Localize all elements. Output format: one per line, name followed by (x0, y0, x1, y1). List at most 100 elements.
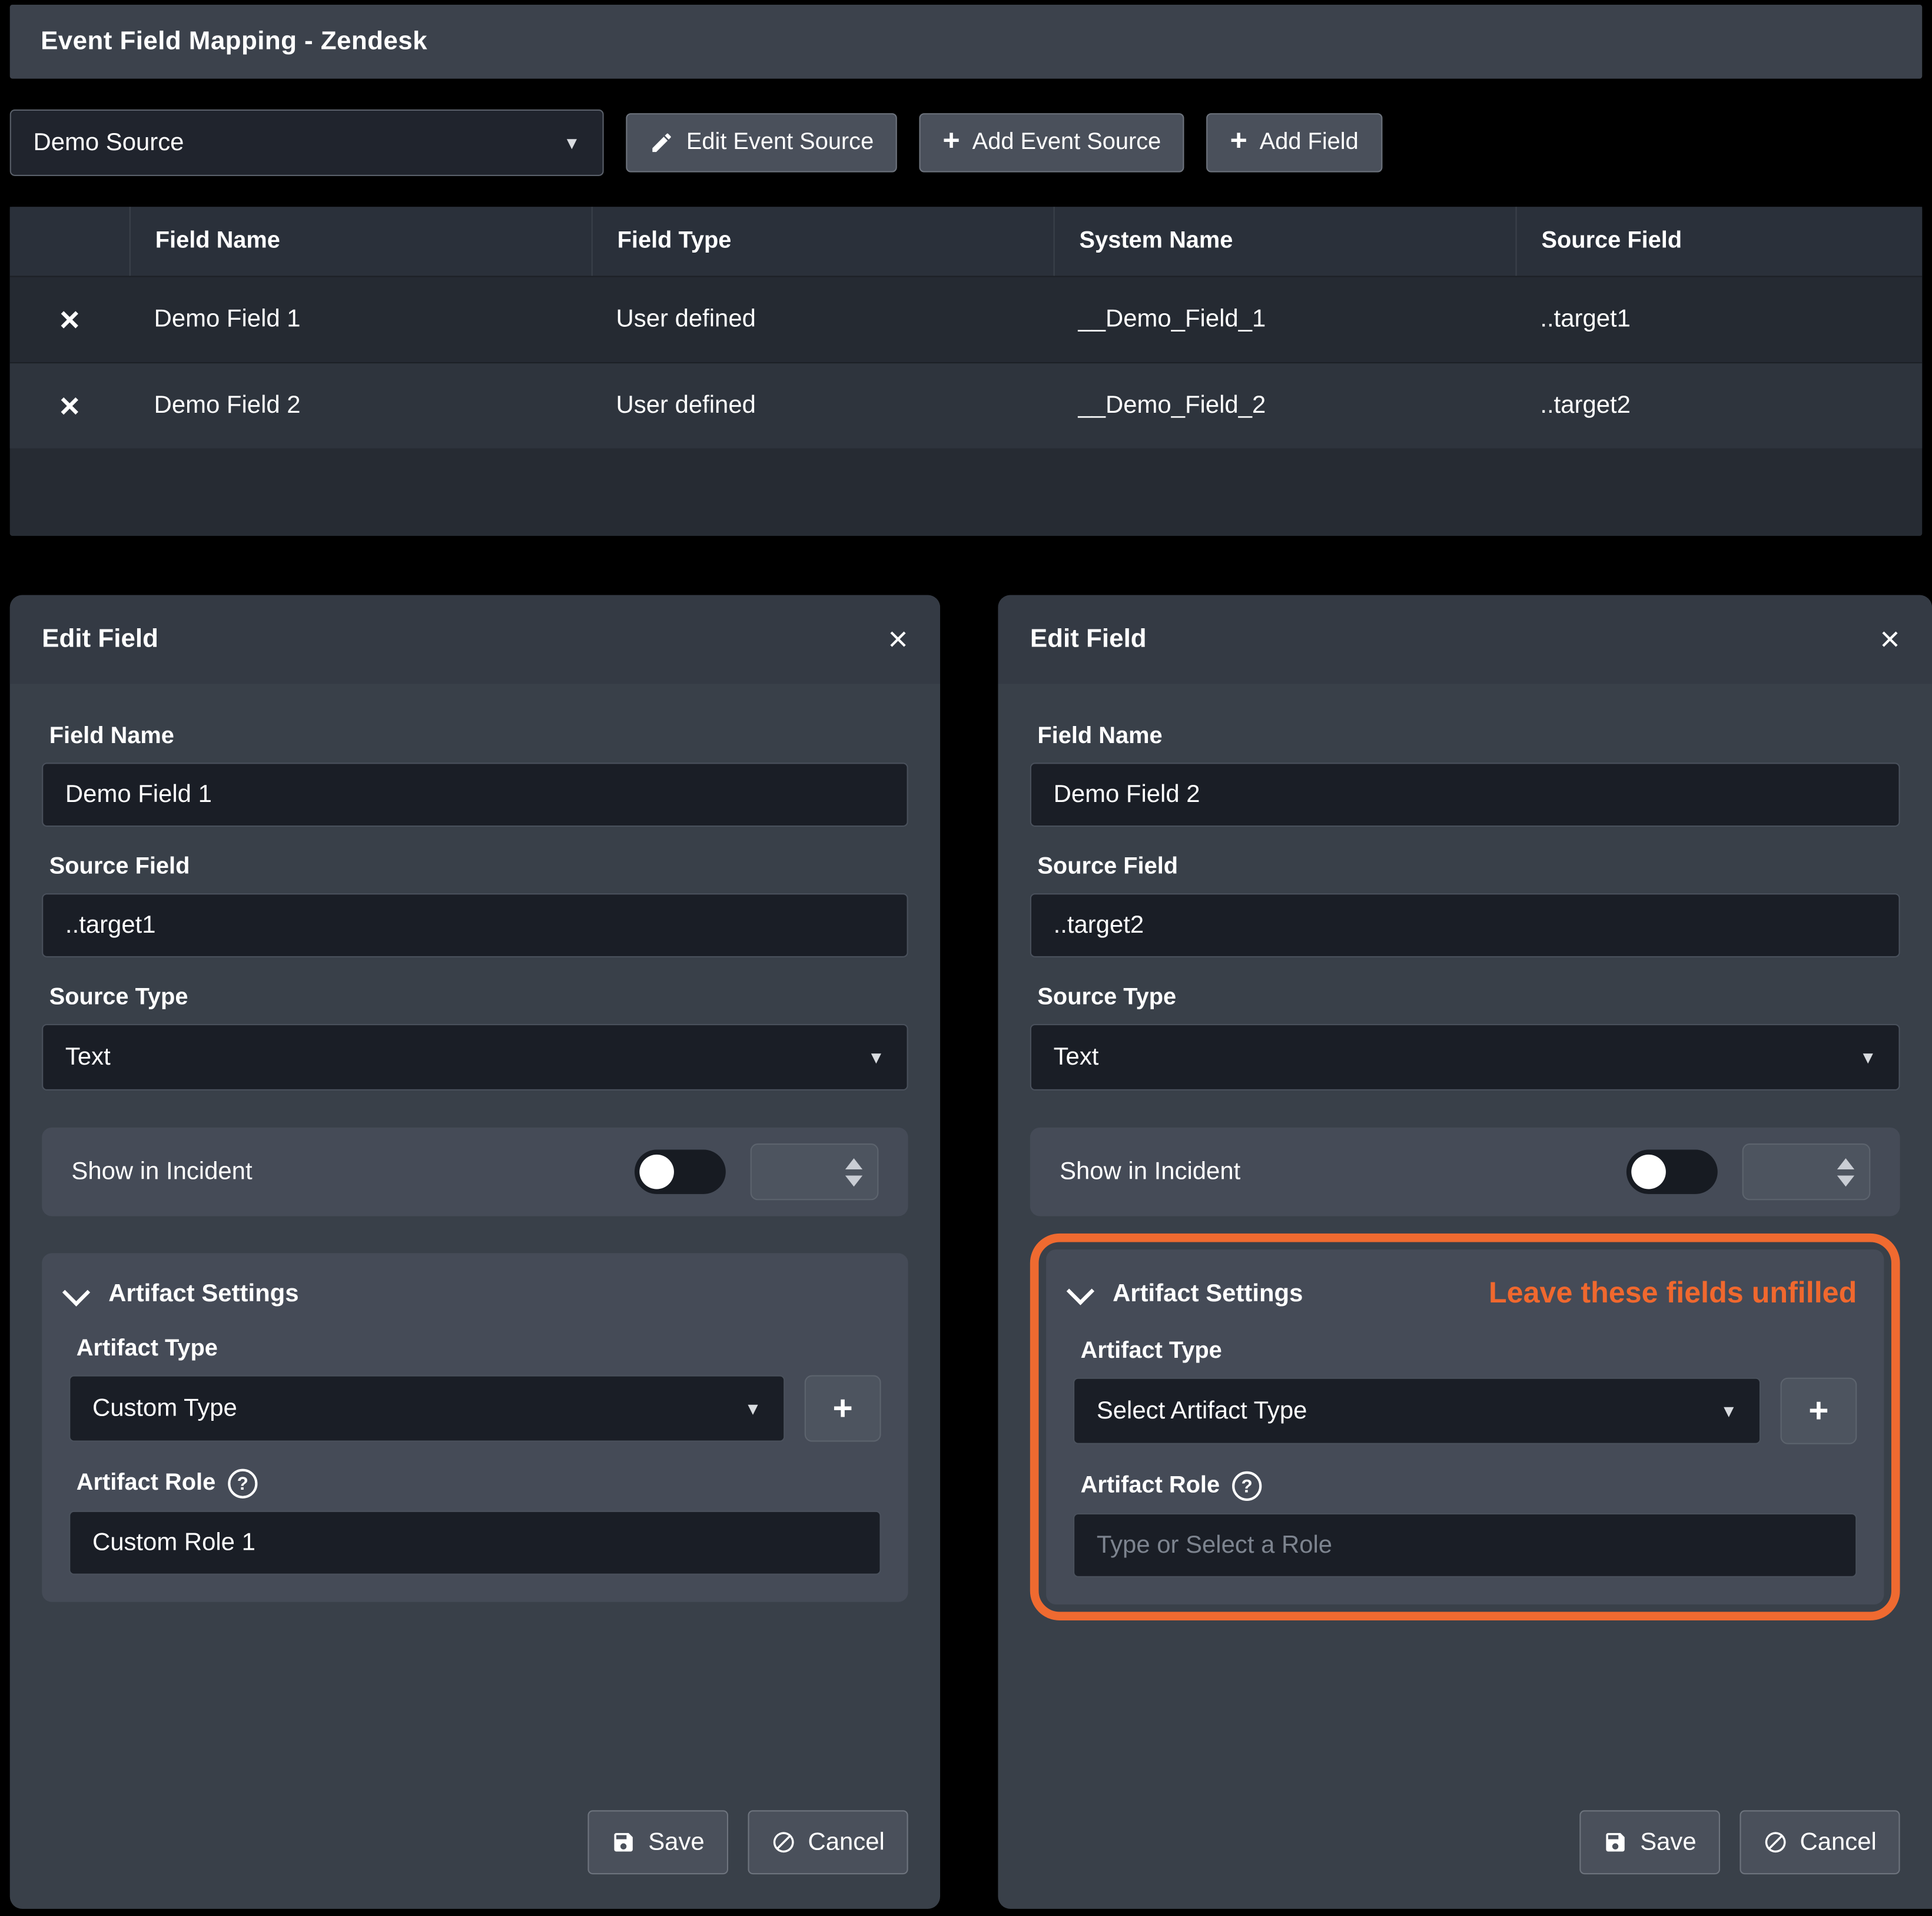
plus-icon: + (942, 127, 960, 156)
toggle-knob (1631, 1155, 1666, 1189)
add-artifact-type-button[interactable]: + (805, 1375, 881, 1442)
dialogs-row: Edit Field × Field Name Source Field Sou… (10, 595, 1932, 1909)
artifact-role-label-text: Artifact Role (1081, 1473, 1220, 1500)
source-field-input[interactable] (42, 893, 908, 957)
chevron-down-icon (62, 1278, 90, 1305)
page-title: Event Field Mapping - Zendesk (41, 27, 427, 57)
field-name-input[interactable] (42, 763, 908, 827)
table-header-row: Field Name Field Type System Name Source… (10, 207, 1922, 276)
source-field-label: Source Field (1037, 854, 1900, 881)
source-type-label: Source Type (1037, 984, 1900, 1012)
close-icon[interactable]: × (888, 622, 908, 657)
field-name-input[interactable] (1030, 763, 1900, 827)
source-field-input[interactable] (1030, 893, 1900, 957)
stepper-up-icon[interactable] (845, 1158, 862, 1169)
table-cell-field-name: Demo Field 2 (130, 392, 592, 420)
artifact-type-label: Artifact Type (77, 1336, 881, 1363)
artifact-role-input[interactable] (69, 1511, 881, 1575)
cancel-button[interactable]: Cancel (1740, 1810, 1900, 1874)
table-cell-source-field: ..target2 (1516, 392, 1923, 420)
chevron-down-icon: ▼ (1860, 1049, 1877, 1066)
source-type-select[interactable]: Text ▼ (42, 1024, 908, 1090)
stepper-down-icon[interactable] (845, 1175, 862, 1186)
chevron-down-icon: ▼ (868, 1049, 885, 1066)
delete-field-button[interactable]: × (47, 389, 92, 423)
table-cell-delete: × (10, 389, 130, 423)
incident-order-stepper[interactable] (751, 1143, 879, 1200)
dialog-header: Edit Field × (998, 595, 1932, 684)
help-icon[interactable]: ? (228, 1469, 257, 1499)
edit-event-source-label: Edit Event Source (686, 129, 874, 156)
app: Event Field Mapping - Zendesk Demo Sourc… (0, 5, 1932, 1916)
dialog-body: Field Name Source Field Source Type Text… (998, 684, 1932, 1909)
dialog-body: Field Name Source Field Source Type Text… (10, 684, 940, 1909)
table-cell-field-type: User defined (592, 306, 1054, 334)
event-source-select[interactable]: Demo Source ▼ (10, 110, 604, 176)
cancel-icon (1763, 1830, 1788, 1855)
window-titlebar: Event Field Mapping - Zendesk (10, 5, 1922, 79)
chevron-down-icon: ▼ (745, 1400, 762, 1417)
add-event-source-button[interactable]: + Add Event Source (919, 113, 1184, 172)
cancel-button[interactable]: Cancel (748, 1810, 908, 1874)
save-label: Save (1640, 1828, 1696, 1857)
field-mapping-table: Field Name Field Type System Name Source… (10, 207, 1922, 536)
show-in-incident-toggle[interactable] (1626, 1149, 1718, 1194)
dialog-footer: Save Cancel (42, 1776, 908, 1874)
annotation-text: Leave these fields unfilled (1489, 1277, 1857, 1311)
chevron-down-icon: ▼ (1720, 1403, 1737, 1420)
dialog-footer: Save Cancel (1030, 1776, 1900, 1874)
source-type-value: Text (65, 1043, 111, 1071)
save-button[interactable]: Save (1580, 1810, 1720, 1874)
artifact-settings-section: Artifact Settings Artifact Type Custom T… (42, 1253, 908, 1602)
incident-order-stepper[interactable] (1742, 1143, 1871, 1200)
table-header-system-name: System Name (1054, 207, 1516, 276)
artifact-settings-title: Artifact Settings (1113, 1279, 1303, 1308)
artifact-settings-header[interactable]: Artifact Settings Leave these fields unf… (1073, 1277, 1857, 1311)
table-cell-source-field: ..target1 (1516, 306, 1923, 334)
add-artifact-type-button[interactable]: + (1781, 1378, 1857, 1444)
artifact-role-input[interactable] (1073, 1513, 1857, 1577)
stepper-down-icon[interactable] (1837, 1175, 1854, 1186)
event-source-select-value: Demo Source (34, 128, 184, 157)
edit-event-source-button[interactable]: Edit Event Source (626, 113, 897, 172)
show-in-incident-row: Show in Incident (42, 1128, 908, 1216)
stepper-up-icon[interactable] (1837, 1158, 1854, 1169)
add-field-label: Add Field (1260, 129, 1359, 156)
table-row: × Demo Field 1 User defined __Demo_Field… (10, 276, 1922, 362)
source-type-value: Text (1054, 1043, 1099, 1071)
save-icon (1603, 1830, 1628, 1855)
artifact-settings-section: Artifact Settings Leave these fields unf… (1046, 1249, 1884, 1605)
table-cell-delete: × (10, 302, 130, 337)
source-type-select[interactable]: Text ▼ (1030, 1024, 1900, 1090)
plus-icon: + (833, 1389, 853, 1428)
help-icon[interactable]: ? (1232, 1471, 1262, 1501)
artifact-settings-header[interactable]: Artifact Settings (69, 1280, 881, 1308)
table-cell-system-name: __Demo_Field_1 (1054, 306, 1516, 334)
dialog-title: Edit Field (1030, 625, 1147, 654)
save-label: Save (648, 1828, 704, 1857)
plus-icon: + (1230, 127, 1247, 156)
close-icon[interactable]: × (1880, 622, 1900, 657)
artifact-type-row: Select Artifact Type ▼ + (1073, 1378, 1857, 1444)
table-cell-system-name: __Demo_Field_2 (1054, 392, 1516, 420)
cancel-label: Cancel (808, 1828, 885, 1857)
table-header-field-name: Field Name (130, 207, 592, 276)
edit-field-dialog-right: Edit Field × Field Name Source Field Sou… (998, 595, 1932, 1909)
save-button[interactable]: Save (588, 1810, 728, 1874)
source-type-label: Source Type (49, 984, 908, 1012)
show-in-incident-toggle[interactable] (635, 1149, 726, 1194)
add-field-button[interactable]: + Add Field (1207, 113, 1382, 172)
chevron-down-icon (1067, 1277, 1094, 1305)
edit-field-dialog-left: Edit Field × Field Name Source Field Sou… (10, 595, 940, 1909)
table-row: × Demo Field 2 User defined __Demo_Field… (10, 362, 1922, 449)
artifact-type-select[interactable]: Select Artifact Type ▼ (1073, 1378, 1761, 1444)
toolbar: Demo Source ▼ Edit Event Source + Add Ev… (10, 110, 1922, 176)
artifact-settings-title: Artifact Settings (108, 1280, 298, 1308)
dialog-title: Edit Field (42, 625, 158, 654)
pencil-icon (649, 130, 674, 155)
toggle-knob (639, 1155, 674, 1189)
show-in-incident-label: Show in Incident (1060, 1158, 1602, 1186)
artifact-type-select[interactable]: Custom Type ▼ (69, 1375, 785, 1442)
stepper-arrows (845, 1158, 862, 1186)
delete-field-button[interactable]: × (47, 302, 92, 337)
